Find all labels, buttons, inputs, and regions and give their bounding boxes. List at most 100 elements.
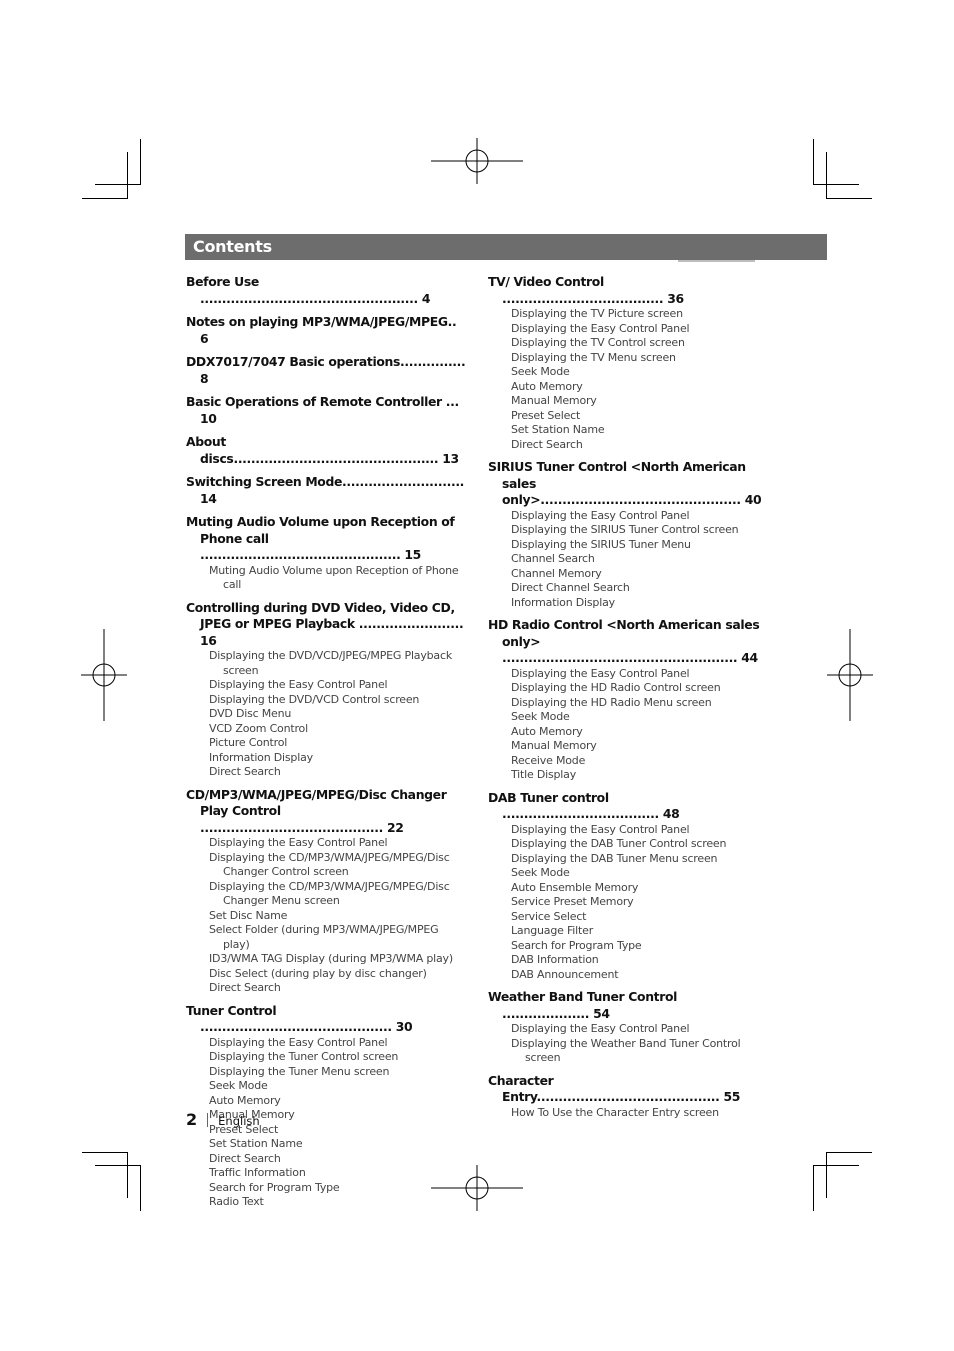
crop-mark [813,1165,814,1211]
toc-subentry[interactable]: Seek Mode [488,710,768,725]
toc-entry[interactable]: Character Entry.........................… [488,1073,768,1106]
crop-mark [813,1165,859,1166]
toc-entry[interactable]: About discs.............................… [186,434,466,467]
toc-subentry[interactable]: Displaying the TV Menu screen [488,351,768,366]
toc-subentry[interactable]: Auto Memory [488,725,768,740]
toc-section: SIRIUS Tuner Control <North American sal… [488,459,768,610]
toc-subentry[interactable]: Displaying the SIRIUS Tuner Control scre… [488,523,768,538]
toc-subentry[interactable]: Direct Search [186,981,466,996]
toc-subentry[interactable]: Displaying the Easy Control Panel [488,509,768,524]
toc-subentry[interactable]: VCD Zoom Control [186,722,466,737]
toc-subentry[interactable]: Displaying the SIRIUS Tuner Menu [488,538,768,553]
toc-subentry[interactable]: Direct Search [186,765,466,780]
toc-subentry[interactable]: Displaying the Easy Control Panel [488,823,768,838]
toc-leader-dots: ........................................… [540,492,741,507]
toc-entry[interactable]: Basic Operations of Remote Controller ..… [186,394,466,427]
toc-subentry[interactable]: DAB Information [488,953,768,968]
toc-subentry[interactable]: Displaying the Easy Control Panel [186,1036,466,1051]
crop-mark [140,139,141,185]
toc-subentry[interactable]: Receive Mode [488,754,768,769]
toc-subentry[interactable]: Auto Ensemble Memory [488,881,768,896]
toc-subentry[interactable]: Displaying the DVD/VCD/JPEG/MPEG Playbac… [186,649,466,678]
toc-subentry[interactable]: Direct Search [186,1152,466,1167]
toc-subentry[interactable]: ID3/WMA TAG Display (during MP3/WMA play… [186,952,466,967]
toc-subentry[interactable]: Displaying the Weather Band Tuner Contro… [488,1037,768,1066]
toc-subentry[interactable]: Auto Memory [186,1094,466,1109]
toc-subentry[interactable]: Service Select [488,910,768,925]
toc-subentry[interactable]: Information Display [488,596,768,611]
toc-entry[interactable]: Controlling during DVD Video, Video CD, … [186,600,466,650]
toc-subentry[interactable]: Seek Mode [488,365,768,380]
toc-leader-dots: .. [447,314,457,329]
toc-subentry[interactable]: Disc Select (during play by disc changer… [186,967,466,982]
toc-subentry[interactable]: Direct Search [488,438,768,453]
toc-subentry[interactable]: Radio Text [186,1195,466,1210]
toc-subentry[interactable]: Displaying the DAB Tuner Control screen [488,837,768,852]
toc-subentry[interactable]: Manual Memory [488,739,768,754]
toc-subentry[interactable]: Channel Search [488,552,768,567]
toc-section: Muting Audio Volume upon Reception of Ph… [186,514,466,593]
toc-subentry[interactable]: Language Filter [488,924,768,939]
toc-subentry[interactable]: Muting Audio Volume upon Reception of Ph… [186,564,466,593]
toc-subentry[interactable]: Displaying the CD/MP3/WMA/JPEG/MPEG/Disc… [186,880,466,909]
toc-subentry[interactable]: Channel Memory [488,567,768,582]
toc-section: Switching Screen Mode...................… [186,474,466,507]
toc-subentry[interactable]: Displaying the Tuner Menu screen [186,1065,466,1080]
toc-entry[interactable]: CD/MP3/WMA/JPEG/MPEG/Disc Changer Play C… [186,787,466,837]
toc-entry[interactable]: Notes on playing MP3/WMA/JPEG/MPEG.. 6 [186,314,466,347]
toc-subentry[interactable]: DVD Disc Menu [186,707,466,722]
toc-subentry[interactable]: Manual Memory [488,394,768,409]
toc-subentry[interactable]: How To Use the Character Entry screen [488,1106,768,1121]
toc-entry[interactable]: Tuner Control ..........................… [186,1003,466,1036]
toc-subentry[interactable]: Displaying the Easy Control Panel [186,836,466,851]
toc-entry-title: TV/ Video Control [488,274,604,289]
toc-subentry[interactable]: Seek Mode [186,1079,466,1094]
toc-entry[interactable]: DDX7017/7047 Basic operations...........… [186,354,466,387]
toc-entry-title: CD/MP3/WMA/JPEG/MPEG/Disc Changer Play C… [186,786,447,819]
toc-subentry[interactable]: Seek Mode [488,866,768,881]
crop-mark [82,1152,128,1153]
toc-subentry[interactable]: Displaying the TV Control screen [488,336,768,351]
toc-subentry[interactable]: Displaying the HD Radio Menu screen [488,696,768,711]
toc-entry[interactable]: HD Radio Control <North American sales o… [488,617,768,667]
toc-subentry[interactable]: Displaying the Easy Control Panel [488,1022,768,1037]
toc-entry[interactable]: Muting Audio Volume upon Reception of Ph… [186,514,466,564]
toc-entry[interactable]: Before Use .............................… [186,274,466,307]
toc-subentry[interactable]: Direct Channel Search [488,581,768,596]
toc-subentry[interactable]: Preset Select [488,409,768,424]
toc-subentry[interactable]: Picture Control [186,736,466,751]
toc-entry-title: DAB Tuner control [488,789,609,805]
toc-subentry[interactable]: Displaying the DAB Tuner Menu screen [488,852,768,867]
toc-subentry[interactable]: Traffic Information [186,1166,466,1181]
toc-page-number: 16 [200,632,217,648]
toc-subentry[interactable]: Displaying the Easy Control Panel [186,678,466,693]
toc-entry[interactable]: Weather Band Tuner Control .............… [488,989,768,1022]
toc-leader-dots: ........................................… [200,1019,392,1034]
toc-leader-dots: ........................................… [233,450,439,466]
toc-subentry[interactable]: Displaying the Easy Control Panel [488,322,768,337]
toc-subentry[interactable]: Set Disc Name [186,909,466,924]
toc-entry[interactable]: SIRIUS Tuner Control <North American sal… [488,459,768,509]
toc-subentry[interactable]: DAB Announcement [488,968,768,983]
toc-subentry[interactable]: Set Station Name [488,423,768,438]
toc-subentry[interactable]: Information Display [186,751,466,766]
toc-page-number: 48 [662,806,680,821]
toc-subentry[interactable]: Displaying the Tuner Control screen [186,1050,466,1065]
toc-entry[interactable]: TV/ Video Control ......................… [488,274,768,307]
toc-subentry[interactable]: Title Display [488,768,768,783]
toc-subentry[interactable]: Displaying the Easy Control Panel [488,667,768,682]
toc-subentry[interactable]: Displaying the TV Picture screen [488,307,768,322]
toc-entry-title: HD Radio Control <North American sales o… [488,617,760,649]
toc-subentry[interactable]: Displaying the DVD/VCD Control screen [186,693,466,708]
toc-subentry[interactable]: Auto Memory [488,380,768,395]
toc-subentry[interactable]: Service Preset Memory [488,895,768,910]
registration-mark-left [81,629,127,721]
toc-entry[interactable]: DAB Tuner control ......................… [488,790,768,823]
toc-entry[interactable]: Switching Screen Mode...................… [186,474,466,507]
toc-subentry[interactable]: Search for Program Type [186,1181,466,1196]
toc-subentry[interactable]: Select Folder (during MP3/WMA/JPEG/MPEG … [186,923,466,952]
toc-subentry[interactable]: Displaying the HD Radio Control screen [488,681,768,696]
toc-subentry[interactable]: Displaying the CD/MP3/WMA/JPEG/MPEG/Disc… [186,851,466,880]
toc-subentry[interactable]: Set Station Name [186,1137,466,1152]
toc-subentry[interactable]: Search for Program Type [488,939,768,954]
